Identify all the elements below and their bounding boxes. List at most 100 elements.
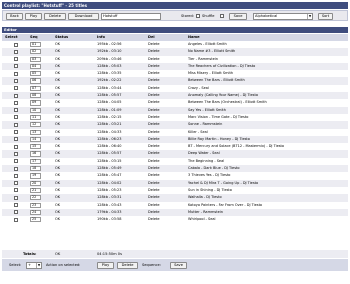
row-select-checkbox[interactable] <box>14 137 18 142</box>
stored-checkbox[interactable] <box>196 14 200 18</box>
row-delete-link[interactable]: Delete <box>148 165 160 172</box>
row-info: 128kb - 04:33 <box>97 129 122 134</box>
save-button[interactable]: Save <box>229 13 247 20</box>
row-delete-link[interactable]: Delete <box>148 180 160 187</box>
row-status: OK <box>55 158 61 163</box>
select-dropdown[interactable]: + ▼ <box>26 261 42 269</box>
row-seq-input[interactable]: 22 <box>30 195 41 201</box>
row-select-checkbox[interactable] <box>14 203 18 208</box>
sequence-save-button[interactable]: Save <box>170 261 187 269</box>
row-select-checkbox[interactable] <box>14 166 18 171</box>
row-seq-input[interactable]: 25 <box>30 217 41 223</box>
row-select-checkbox[interactable] <box>14 71 18 76</box>
sort-button[interactable]: Sort <box>318 13 333 20</box>
row-delete-link[interactable]: Delete <box>148 92 160 99</box>
row-delete-link[interactable]: Delete <box>148 48 160 55</box>
row-seq-input[interactable]: 03 <box>30 56 41 62</box>
shuffle-label: Shuffle <box>202 14 215 18</box>
sort-select-value: Alphabetical <box>255 14 278 18</box>
row-seq-input[interactable]: 05 <box>30 71 41 77</box>
row-select-checkbox[interactable] <box>14 93 18 98</box>
row-delete-link[interactable]: Delete <box>148 129 160 136</box>
row-delete-link[interactable]: Delete <box>148 216 160 223</box>
row-seq-input[interactable]: 17 <box>30 158 41 164</box>
row-delete-link[interactable]: Delete <box>148 63 160 70</box>
row-select-checkbox[interactable] <box>14 42 18 47</box>
row-delete-link[interactable]: Delete <box>148 202 160 209</box>
row-delete-link[interactable]: Delete <box>148 99 160 106</box>
row-info: 128kb - 03:21 <box>97 122 122 127</box>
row-delete-link[interactable]: Delete <box>148 143 160 150</box>
row-info: 128kb - 04:02 <box>97 180 122 185</box>
row-delete-link[interactable]: Delete <box>148 136 160 143</box>
row-delete-link[interactable]: Delete <box>148 150 160 157</box>
row-delete-link[interactable]: Delete <box>148 187 160 194</box>
row-seq-input[interactable]: 12 <box>30 122 41 128</box>
row-delete-link[interactable]: Delete <box>148 107 160 114</box>
row-seq-input[interactable]: 01 <box>30 42 41 48</box>
delete-button[interactable]: Delete <box>44 13 66 20</box>
row-delete-link[interactable]: Delete <box>148 172 160 179</box>
row-info: 195kb - 02:56 <box>97 42 122 46</box>
row-seq-input[interactable]: 19 <box>30 173 41 179</box>
playlist-name-input[interactable]: Hotstuff <box>101 13 161 20</box>
row-seq-input[interactable]: 04 <box>30 63 41 70</box>
row-seq-input[interactable]: 16 <box>30 151 41 157</box>
row-info: 192kb - 03:10 <box>97 49 122 54</box>
row-select-checkbox[interactable] <box>14 217 18 222</box>
row-select-checkbox[interactable] <box>14 188 18 193</box>
row-select-checkbox[interactable] <box>14 86 18 91</box>
row-delete-link[interactable]: Delete <box>148 158 160 165</box>
row-select-checkbox[interactable] <box>14 108 18 113</box>
row-delete-link[interactable]: Delete <box>148 85 160 92</box>
row-delete-link[interactable]: Delete <box>148 56 160 63</box>
row-delete-link[interactable]: Delete <box>148 70 160 77</box>
row-seq-input[interactable]: 14 <box>30 136 41 143</box>
row-seq-input[interactable]: 21 <box>30 187 41 194</box>
row-delete-link[interactable]: Delete <box>148 121 160 128</box>
row-select-checkbox[interactable] <box>14 195 18 200</box>
row-select-checkbox[interactable] <box>14 115 18 120</box>
row-seq-input[interactable]: 10 <box>30 107 41 113</box>
row-info: 128kb - 05:47 <box>97 173 122 178</box>
row-select-checkbox[interactable] <box>14 78 18 83</box>
sort-select[interactable]: Alphabetical ▼ <box>253 13 313 20</box>
row-seq-input[interactable]: 20 <box>30 180 41 186</box>
footer-delete-button[interactable]: Delete <box>117 261 138 269</box>
row-select-checkbox[interactable] <box>14 151 18 156</box>
row-seq-input[interactable]: 07 <box>30 85 41 91</box>
row-select-checkbox[interactable] <box>14 173 18 178</box>
row-seq-input[interactable]: 23 <box>30 202 41 208</box>
row-select-checkbox[interactable] <box>14 144 18 149</box>
row-select-checkbox[interactable] <box>14 130 18 135</box>
row-seq-input[interactable]: 24 <box>30 209 41 216</box>
row-seq-input[interactable]: 11 <box>30 114 41 121</box>
row-seq-input[interactable]: 02 <box>30 49 41 55</box>
row-seq-input[interactable]: 18 <box>30 166 41 172</box>
play-button[interactable]: Play <box>25 13 42 20</box>
row-select-checkbox[interactable] <box>14 122 18 127</box>
download-button[interactable]: Download <box>68 13 99 20</box>
row-select-checkbox[interactable] <box>14 64 18 69</box>
row-delete-link[interactable]: Delete <box>148 41 160 48</box>
row-name: Angeles - Elliott Smith <box>188 42 227 46</box>
row-seq-input[interactable]: 06 <box>30 78 41 84</box>
row-select-checkbox[interactable] <box>14 57 18 62</box>
row-seq-input[interactable]: 09 <box>30 100 41 106</box>
row-delete-link[interactable]: Delete <box>148 209 160 216</box>
row-select-checkbox[interactable] <box>14 210 18 215</box>
back-button[interactable]: Back <box>6 13 23 20</box>
row-seq-input[interactable]: 15 <box>30 144 41 150</box>
row-seq-input[interactable]: 08 <box>30 93 41 99</box>
row-delete-link[interactable]: Delete <box>148 114 160 121</box>
row-select-checkbox[interactable] <box>14 159 18 164</box>
row-select-checkbox[interactable] <box>14 100 18 105</box>
row-select-checkbox[interactable] <box>14 49 18 54</box>
row-delete-link[interactable]: Delete <box>148 77 160 84</box>
row-delete-link[interactable]: Delete <box>148 194 160 201</box>
row-seq-input[interactable]: 13 <box>30 129 41 135</box>
row-status: OK <box>55 100 61 105</box>
footer-play-button[interactable]: Play <box>97 261 114 269</box>
shuffle-checkbox[interactable] <box>220 14 224 18</box>
row-select-checkbox[interactable] <box>14 181 18 186</box>
